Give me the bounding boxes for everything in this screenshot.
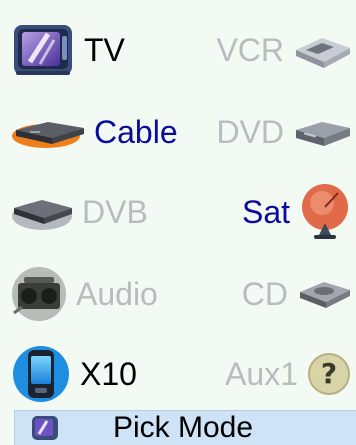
device-aux1[interactable]: Aux1 ?	[225, 344, 352, 404]
device-cable[interactable]: Cable	[8, 102, 178, 162]
device-cd[interactable]: CD	[242, 264, 352, 324]
cd-player-icon	[300, 282, 350, 308]
device-label: Audio	[76, 276, 158, 312]
cable-box-icon	[12, 122, 84, 148]
dvb-receiver-icon	[12, 200, 72, 230]
device-sat[interactable]: Sat	[242, 182, 352, 242]
device-vcr[interactable]: VCR	[216, 20, 352, 80]
dvd-player-icon	[296, 122, 350, 146]
device-label: TV	[84, 32, 125, 68]
vcr-icon	[296, 38, 350, 68]
device-picker-screen: TV VCR Cable DVD DVB Sat Audio CD X10 Au…	[0, 0, 356, 445]
device-audio[interactable]: Audio	[8, 264, 158, 324]
device-label: Aux1	[225, 356, 298, 392]
device-dvb[interactable]: DVB	[8, 182, 148, 242]
device-label: DVB	[82, 194, 148, 230]
tv-icon	[14, 25, 72, 75]
device-x10[interactable]: X10	[8, 344, 137, 404]
device-label: DVD	[216, 114, 284, 150]
x10-remote-icon	[13, 346, 69, 402]
device-label: X10	[80, 356, 137, 392]
mode-status-bar: Pick Mode	[14, 410, 356, 445]
status-label: Pick Mode	[113, 411, 254, 444]
device-tv[interactable]: TV	[8, 20, 125, 80]
svg-text:?: ?	[321, 357, 337, 390]
device-label: Cable	[94, 114, 178, 150]
help-icon: ?	[308, 353, 350, 395]
audio-radio-icon	[12, 267, 66, 321]
device-dvd[interactable]: DVD	[216, 102, 352, 162]
device-label: CD	[241, 276, 288, 312]
satellite-dish-icon	[302, 184, 348, 239]
tv-icon	[32, 416, 58, 440]
device-label: Sat	[241, 194, 290, 230]
device-label: VCR	[216, 32, 284, 68]
